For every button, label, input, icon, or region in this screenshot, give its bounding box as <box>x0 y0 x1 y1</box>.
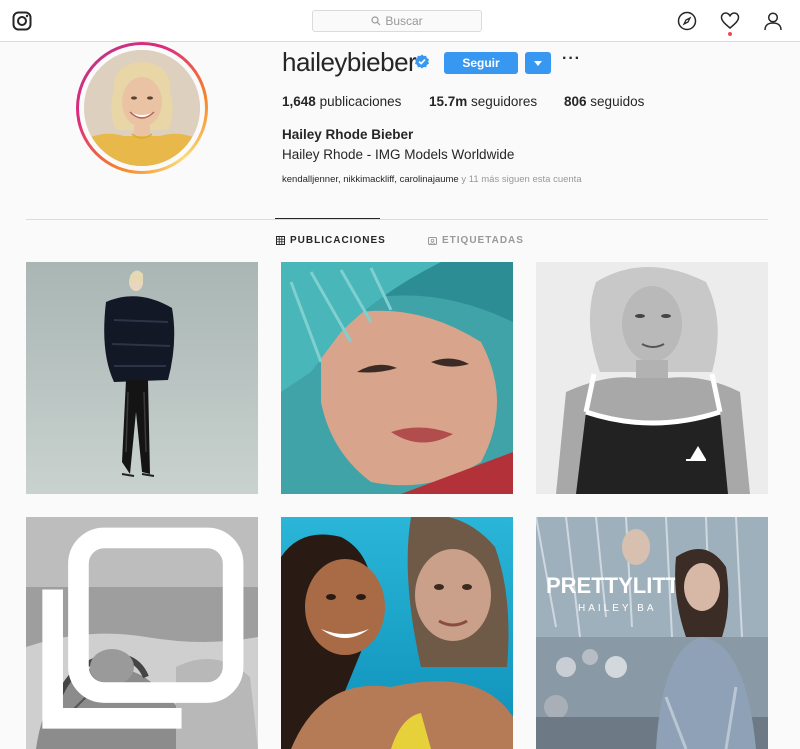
verified-badge-icon <box>415 54 429 69</box>
search-icon <box>371 16 381 26</box>
tab-posts-label: PUBLICACIONES <box>290 235 386 246</box>
post-thumbnail[interactable] <box>281 262 513 494</box>
following-count[interactable]: 806 seguidos <box>564 94 644 109</box>
tab-tagged-label: ETIQUETADAS <box>442 235 524 246</box>
story-ring[interactable] <box>76 42 208 174</box>
profile-full-name: Hailey Rhode Bieber <box>282 127 414 142</box>
notification-dot <box>728 32 732 36</box>
post-thumbnail[interactable] <box>26 262 258 494</box>
grid-icon <box>276 236 285 245</box>
active-tab-indicator <box>275 218 380 219</box>
search-input[interactable]: Buscar <box>312 10 482 32</box>
followed-by-text[interactable]: kendalljenner, nikkimackliff, carolinaja… <box>282 174 582 185</box>
tab-tagged[interactable]: ETIQUETADAS <box>428 235 524 246</box>
bw-tank-top-portrait-photo <box>536 262 768 494</box>
blue-hair-closeup-photo <box>281 262 513 494</box>
profile-bio: Hailey Rhode - IMG Models Worldwide <box>282 147 515 162</box>
avatar <box>84 50 200 166</box>
beach-friends-selfie-photo <box>281 517 513 749</box>
follow-button[interactable]: Seguir <box>444 52 518 74</box>
compass-icon[interactable] <box>677 11 697 31</box>
suggestions-dropdown-button[interactable] <box>525 52 551 74</box>
tabs-divider <box>26 219 768 220</box>
event-banner-text: PRETTYLITT <box>546 573 680 598</box>
search-placeholder: Buscar <box>385 14 423 28</box>
instagram-logo-icon[interactable] <box>12 11 32 31</box>
post-thumbnail[interactable]: PRETTYLITT HAILEY BA <box>536 517 768 749</box>
top-navbar: Buscar <box>0 0 800 42</box>
prettylittlething-event-photo: PRETTYLITT HAILEY BA <box>536 517 768 749</box>
followers-count[interactable]: 15.7m seguidores <box>429 94 537 109</box>
tagged-icon <box>428 237 437 245</box>
puffer-jacket-photo <box>26 262 258 494</box>
profile-icon[interactable] <box>763 11 783 31</box>
post-thumbnail[interactable] <box>281 517 513 749</box>
posts-count: 1,648 publicaciones <box>282 94 402 109</box>
more-options-button[interactable]: ··· <box>562 51 580 68</box>
profile-username: haileybieber <box>282 47 417 77</box>
heart-icon[interactable] <box>720 11 740 31</box>
multiple-photos-icon <box>42 527 244 729</box>
event-banner-subtext: HAILEY BA <box>578 603 657 614</box>
caret-down-icon <box>534 60 542 66</box>
post-thumbnail[interactable] <box>26 517 258 749</box>
tab-posts[interactable]: PUBLICACIONES <box>276 235 386 246</box>
post-thumbnail[interactable] <box>536 262 768 494</box>
